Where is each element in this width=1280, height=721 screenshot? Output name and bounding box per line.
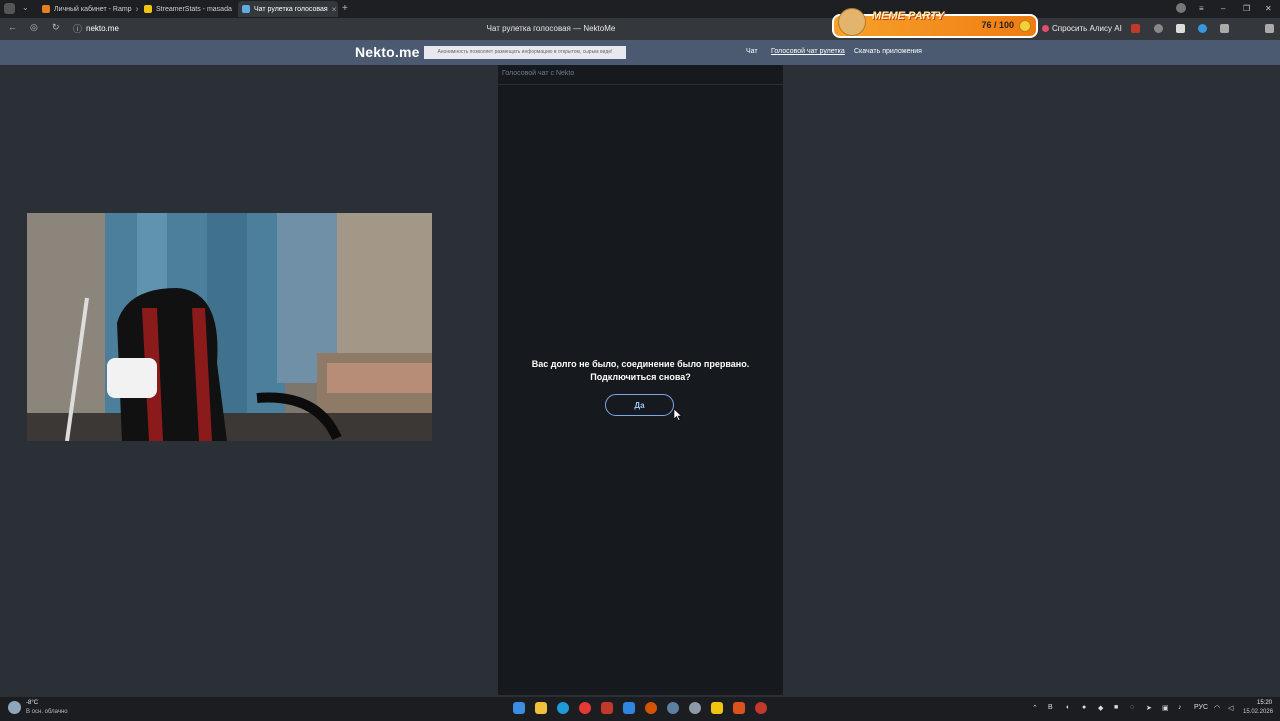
clock-date[interactable]: 15.02.2026 bbox=[1243, 709, 1273, 715]
tray-app-icon[interactable]: ◌ bbox=[1130, 704, 1134, 711]
disconnect-message: Вас долго не было, соединение было прерв… bbox=[531, 359, 750, 369]
tabs-dropdown-icon[interactable]: ⌄ bbox=[22, 3, 29, 12]
puzzle-icon[interactable] bbox=[1220, 24, 1229, 33]
ask-alice-button[interactable]: Спросить Алису AI bbox=[1042, 24, 1122, 33]
profile-icon[interactable] bbox=[1176, 3, 1186, 13]
app-icon[interactable] bbox=[711, 702, 723, 714]
tab-label: StreamerStats - masada bbox=[156, 5, 232, 13]
meme-party-widget[interactable]: MEME PARTY 76 / 100 bbox=[832, 8, 1038, 38]
minimize-icon[interactable]: – bbox=[1221, 4, 1225, 13]
reconnect-question: Подключиться снова? bbox=[590, 372, 691, 382]
weather-desc: В осн. облачно bbox=[26, 709, 68, 715]
tray-app-icon[interactable]: ● bbox=[1082, 704, 1086, 711]
meme-party-progress: 76 / 100 bbox=[981, 20, 1014, 30]
close-window-icon[interactable]: ✕ bbox=[1265, 4, 1272, 13]
windows-taskbar bbox=[0, 696, 1280, 721]
edge-icon[interactable] bbox=[557, 702, 569, 714]
nav-chat-link[interactable]: Чат bbox=[746, 48, 758, 55]
tab-favicon-icon bbox=[42, 5, 50, 13]
site-logo[interactable]: Nekto.me bbox=[355, 44, 420, 60]
explorer-icon[interactable] bbox=[535, 702, 547, 714]
doge-icon bbox=[838, 8, 866, 36]
start-icon[interactable] bbox=[513, 702, 525, 714]
site-header bbox=[0, 40, 1280, 65]
adblock-icon[interactable] bbox=[1131, 24, 1140, 33]
wifi-icon[interactable]: ◠ bbox=[1214, 704, 1220, 712]
volume-icon[interactable]: ◁ bbox=[1228, 704, 1233, 712]
reconnect-yes-button[interactable]: Да bbox=[605, 394, 674, 416]
tray-app-icon[interactable]: ◆ bbox=[1098, 704, 1103, 712]
alice-icon bbox=[1042, 25, 1049, 32]
yandex-browser-icon[interactable] bbox=[579, 702, 591, 714]
tray-app-icon[interactable]: ■ bbox=[1114, 704, 1118, 711]
mouse-cursor-icon bbox=[673, 408, 683, 426]
meme-party-title: MEME PARTY bbox=[872, 10, 945, 22]
panel-title: Голосовой чат с Nekto bbox=[502, 70, 575, 77]
telegram-tray-icon[interactable]: ➤ bbox=[1146, 704, 1152, 712]
new-tab-icon[interactable]: + bbox=[342, 3, 348, 14]
language-indicator[interactable]: РУС bbox=[1194, 704, 1208, 711]
maximize-icon[interactable]: ❐ bbox=[1243, 4, 1250, 13]
browser-menu-icon[interactable] bbox=[4, 3, 15, 14]
anonymity-notice: Анонимность позволяет размещать информац… bbox=[424, 46, 626, 59]
app-icon[interactable] bbox=[645, 702, 657, 714]
menu-icon[interactable]: ≡ bbox=[1199, 4, 1204, 13]
tab-favicon-icon bbox=[144, 5, 152, 13]
tab-voice-roulette[interactable]: Чат рулетка голосовая × bbox=[238, 1, 338, 17]
tray-app-icon[interactable]: ▣ bbox=[1162, 704, 1169, 712]
telegram-icon[interactable] bbox=[601, 702, 613, 714]
nav-voice-link[interactable]: Голосовой чат рулетка bbox=[771, 48, 845, 55]
bookmark-icon[interactable] bbox=[1176, 24, 1185, 33]
nav-apps-link[interactable]: Скачать приложения bbox=[854, 48, 922, 55]
close-icon[interactable]: × bbox=[136, 5, 138, 14]
tray-expand-icon[interactable]: ⌃ bbox=[1032, 704, 1038, 712]
tray-app-icon[interactable]: B bbox=[1048, 704, 1053, 711]
tray-app-icon[interactable]: ◐ bbox=[1066, 704, 1070, 711]
close-icon[interactable]: × bbox=[332, 5, 337, 14]
app-icon[interactable] bbox=[667, 702, 679, 714]
tab-favicon-icon bbox=[242, 5, 250, 13]
ask-alice-label: Спросить Алису AI bbox=[1052, 24, 1122, 33]
clock-time[interactable]: 15:20 bbox=[1257, 700, 1272, 706]
webcam-video bbox=[27, 213, 432, 441]
microphone-icon[interactable]: ♪ bbox=[1178, 704, 1182, 711]
app-icon[interactable] bbox=[733, 702, 745, 714]
tab-streamerstats[interactable]: StreamerStats - masada bbox=[140, 1, 236, 17]
weather-icon[interactable] bbox=[8, 701, 21, 714]
tab-personal-cabinet[interactable]: Личный кабинет - Ramp × bbox=[38, 1, 138, 17]
vpn-icon[interactable] bbox=[1198, 24, 1207, 33]
panel-header: Голосовой чат с Nekto bbox=[498, 65, 783, 85]
download-icon[interactable] bbox=[1265, 24, 1274, 33]
weather-temp: -8°C bbox=[26, 700, 39, 706]
app-icon[interactable] bbox=[755, 702, 767, 714]
coin-icon bbox=[1019, 20, 1031, 32]
app-icon[interactable] bbox=[623, 702, 635, 714]
extension-icon[interactable] bbox=[1154, 24, 1163, 33]
settings-icon[interactable] bbox=[689, 702, 701, 714]
tab-label: Чат рулетка голосовая bbox=[254, 5, 328, 13]
tab-label: Личный кабинет - Ramp bbox=[54, 5, 132, 13]
